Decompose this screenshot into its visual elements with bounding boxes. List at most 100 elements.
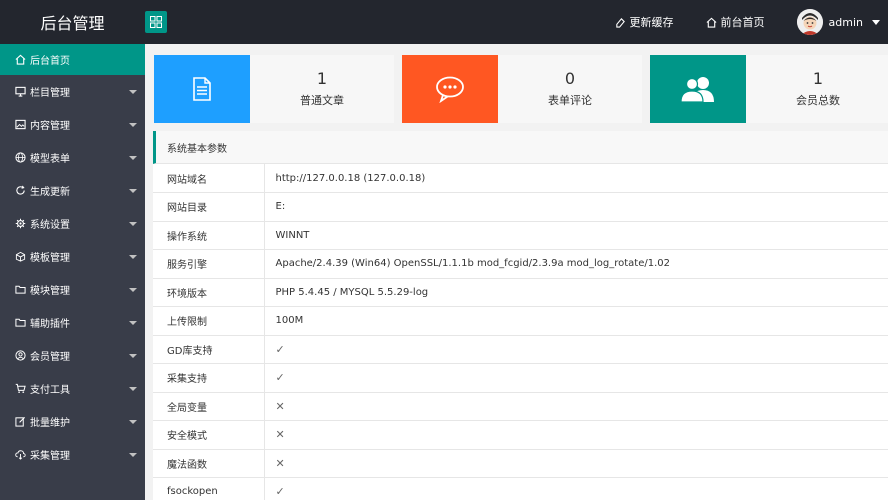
chevron-down-icon	[129, 353, 137, 358]
document-icon	[193, 77, 211, 101]
param-key: 采集支持	[153, 363, 265, 393]
sidebar-item-generate[interactable]: 生成更新	[0, 174, 145, 207]
sidebar-item-column[interactable]: 栏目管理	[0, 75, 145, 108]
folder-icon	[14, 317, 26, 329]
chevron-down-icon	[129, 254, 137, 259]
sidebar-item-members[interactable]: 会员管理	[0, 339, 145, 372]
param-value: E:	[264, 192, 888, 222]
home-icon	[706, 17, 716, 28]
table-row: 网站目录 E:	[153, 192, 888, 222]
stat-card-articles[interactable]: 1 普通文章	[154, 55, 394, 123]
sidebar-item-collect[interactable]: 采集管理	[0, 438, 145, 471]
gear-icon	[14, 218, 26, 230]
table-row: 操作系统 WINNT	[153, 221, 888, 250]
stat-body: 1 普通文章	[250, 55, 394, 123]
app-title: 后台管理	[40, 14, 105, 33]
chat-icon	[436, 76, 464, 103]
sidebar-item-batch[interactable]: 批量维护	[0, 405, 145, 438]
chevron-down-icon	[129, 419, 137, 424]
sidebar-item-label: 支付工具	[30, 385, 70, 396]
param-value: http://127.0.0.18 (127.0.0.18)	[264, 164, 888, 193]
sidebar-item-template[interactable]: 模板管理	[0, 240, 145, 273]
param-key: fsockopen	[153, 477, 265, 500]
user-circle-icon	[14, 350, 26, 362]
sidebar-item-label: 系统设置	[30, 220, 70, 231]
stat-label: 表单评论	[548, 94, 592, 107]
picture-icon	[14, 119, 26, 131]
param-key: 网站域名	[153, 164, 265, 193]
user-menu[interactable]: admin	[796, 9, 880, 35]
chevron-down-icon	[129, 386, 137, 391]
param-key: 环境版本	[153, 278, 265, 307]
globe-icon	[14, 152, 26, 164]
chevron-down-icon	[129, 188, 137, 193]
table-row: 上传限制 100M	[153, 306, 888, 336]
eraser-icon	[615, 17, 625, 28]
param-key: 服务引擎	[153, 249, 265, 279]
sidebar-item-content[interactable]: 内容管理	[0, 108, 145, 141]
stat-body: 0 表单评论	[498, 55, 642, 123]
param-value: WINNT	[264, 221, 888, 250]
user-name: admin	[828, 15, 863, 29]
edit-icon	[14, 416, 26, 428]
sidebar-item-label: 辅助插件	[30, 319, 70, 330]
sidebar-item-label: 会员管理	[30, 352, 70, 363]
top-header: 后台管理 更新缓存 前台首页 admin	[0, 0, 888, 44]
sidebar-item-module[interactable]: 模块管理	[0, 273, 145, 306]
param-key: 操作系统	[153, 221, 265, 250]
sidebar-item-settings[interactable]: 系统设置	[0, 207, 145, 240]
stat-body: 1 会员总数	[746, 55, 888, 123]
chevron-down-icon	[129, 452, 137, 457]
param-key: GD库支持	[153, 335, 265, 364]
sidebar-item-label: 后台首页	[30, 56, 70, 67]
grid-icon	[150, 16, 162, 28]
stat-card-members[interactable]: 1 会员总数	[650, 55, 888, 123]
chevron-down-icon	[129, 320, 137, 325]
table-row: 魔法函数 ✕	[153, 449, 888, 478]
sidebar-item-home[interactable]: 后台首页	[0, 44, 145, 75]
check-icon: ✓	[275, 371, 285, 385]
param-key: 上传限制	[153, 306, 265, 336]
system-params-panel: 系统基本参数 网站域名 http://127.0.0.18 (127.0.0.18…	[153, 131, 888, 500]
params-table: 网站域名 http://127.0.0.18 (127.0.0.18) 网站目录 E…	[153, 164, 888, 500]
param-value: Apache/2.4.39 (Win64) OpenSSL/1.1.1b mod…	[264, 249, 888, 279]
table-row: 网站域名 http://127.0.0.18 (127.0.0.18)	[153, 164, 888, 193]
home-icon	[14, 54, 26, 66]
update-cache-link[interactable]: 更新缓存	[615, 14, 674, 30]
front-home-link[interactable]: 前台首页	[706, 14, 765, 30]
sidebar-item-label: 采集管理	[30, 451, 70, 462]
stat-card-comments[interactable]: 0 表单评论	[402, 55, 642, 123]
param-value: 100M	[264, 306, 888, 336]
cloud-download-icon	[14, 449, 26, 461]
sidebar-item-plugins[interactable]: 辅助插件	[0, 306, 145, 339]
update-cache-label: 更新缓存	[629, 16, 674, 29]
chevron-down-icon	[129, 122, 137, 127]
stat-tile	[154, 55, 250, 123]
chevron-down-icon	[129, 89, 137, 94]
stat-value: 1	[316, 69, 328, 88]
table-row: 服务引擎 Apache/2.4.39 (Win64) OpenSSL/1.1.1b…	[153, 249, 888, 279]
cart-icon	[14, 383, 26, 395]
cross-icon: ✕	[275, 456, 285, 470]
refresh-icon	[14, 185, 26, 197]
sidebar-item-label: 内容管理	[30, 121, 70, 132]
param-key: 网站目录	[153, 192, 265, 222]
table-row: 采集支持 ✓	[153, 363, 888, 393]
stat-tile	[402, 55, 498, 123]
avatar	[796, 9, 823, 35]
sidebar-item-payment[interactable]: 支付工具	[0, 372, 145, 405]
sidebar-item-label: 模块管理	[30, 286, 70, 297]
param-key: 全局变量	[153, 392, 265, 421]
users-icon	[680, 77, 714, 103]
main-content: 1 普通文章 0 表单评论 1 会员总数 系统基本参数 网站域名 http://…	[145, 44, 888, 500]
sidebar-item-model-form[interactable]: 模型表单	[0, 141, 145, 174]
chevron-down-icon	[129, 155, 137, 160]
menu-toggle-button[interactable]	[145, 11, 167, 33]
stat-value: 1	[812, 69, 824, 88]
table-row: GD库支持 ✓	[153, 335, 888, 364]
stat-value: 0	[564, 69, 576, 88]
chevron-down-icon	[872, 19, 880, 25]
stat-tile	[650, 55, 746, 123]
table-row: fsockopen ✓	[153, 477, 888, 500]
folder-icon	[14, 284, 26, 296]
